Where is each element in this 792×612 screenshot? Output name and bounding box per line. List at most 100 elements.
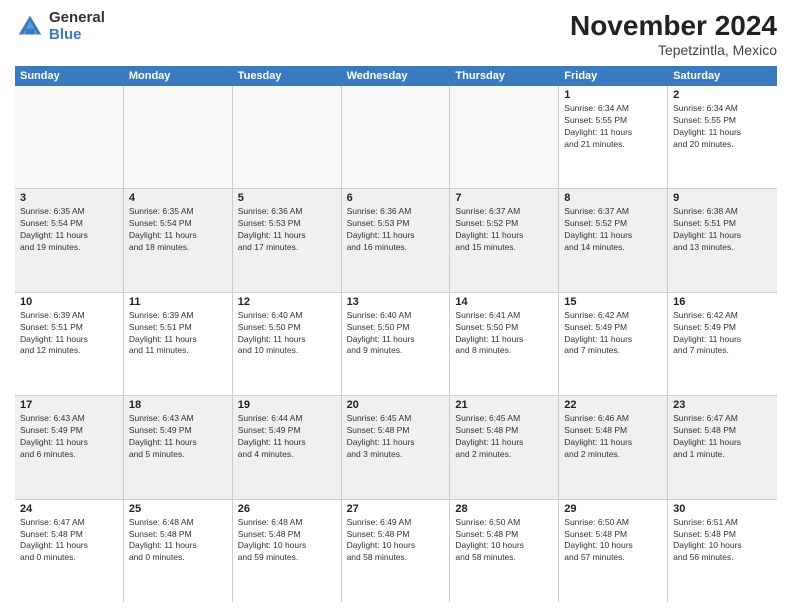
- day-number: 4: [129, 192, 227, 204]
- calendar-day-9: 9 Sunrise: 6:38 AM Sunset: 5:51 PM Daylig…: [668, 189, 777, 291]
- day-info: Sunrise: 6:48 AM Sunset: 5:48 PM Dayligh…: [238, 517, 336, 565]
- day-number: 25: [129, 503, 227, 515]
- logo-text: General Blue: [49, 10, 105, 43]
- day-info: Sunrise: 6:44 AM Sunset: 5:49 PM Dayligh…: [238, 413, 336, 461]
- calendar: SundayMondayTuesdayWednesdayThursdayFrid…: [15, 66, 777, 602]
- day-info: Sunrise: 6:47 AM Sunset: 5:48 PM Dayligh…: [20, 517, 118, 565]
- day-info: Sunrise: 6:38 AM Sunset: 5:51 PM Dayligh…: [673, 206, 772, 254]
- day-number: 9: [673, 192, 772, 204]
- day-number: 22: [564, 399, 662, 411]
- day-info: Sunrise: 6:45 AM Sunset: 5:48 PM Dayligh…: [455, 413, 553, 461]
- calendar-day-12: 12 Sunrise: 6:40 AM Sunset: 5:50 PM Dayli…: [233, 293, 342, 395]
- calendar-day-28: 28 Sunrise: 6:50 AM Sunset: 5:48 PM Dayli…: [450, 500, 559, 602]
- logo-icon: [15, 12, 45, 42]
- day-info: Sunrise: 6:43 AM Sunset: 5:49 PM Dayligh…: [129, 413, 227, 461]
- day-info: Sunrise: 6:34 AM Sunset: 5:55 PM Dayligh…: [673, 103, 772, 151]
- day-number: 1: [564, 89, 662, 101]
- header-day-sunday: Sunday: [15, 66, 124, 86]
- calendar-day-27: 27 Sunrise: 6:49 AM Sunset: 5:48 PM Dayli…: [342, 500, 451, 602]
- calendar-day-3: 3 Sunrise: 6:35 AM Sunset: 5:54 PM Daylig…: [15, 189, 124, 291]
- day-number: 26: [238, 503, 336, 515]
- calendar-day-22: 22 Sunrise: 6:46 AM Sunset: 5:48 PM Dayli…: [559, 396, 668, 498]
- day-info: Sunrise: 6:36 AM Sunset: 5:53 PM Dayligh…: [347, 206, 445, 254]
- logo: General Blue: [15, 10, 105, 43]
- day-number: 10: [20, 296, 118, 308]
- day-number: 15: [564, 296, 662, 308]
- day-info: Sunrise: 6:40 AM Sunset: 5:50 PM Dayligh…: [347, 310, 445, 358]
- calendar-day-empty-2: [233, 86, 342, 188]
- day-number: 29: [564, 503, 662, 515]
- day-info: Sunrise: 6:50 AM Sunset: 5:48 PM Dayligh…: [564, 517, 662, 565]
- day-number: 14: [455, 296, 553, 308]
- calendar-week-1: 1 Sunrise: 6:34 AM Sunset: 5:55 PM Daylig…: [15, 86, 777, 189]
- day-number: 30: [673, 503, 772, 515]
- day-info: Sunrise: 6:40 AM Sunset: 5:50 PM Dayligh…: [238, 310, 336, 358]
- day-info: Sunrise: 6:35 AM Sunset: 5:54 PM Dayligh…: [129, 206, 227, 254]
- calendar-week-3: 10 Sunrise: 6:39 AM Sunset: 5:51 PM Dayli…: [15, 293, 777, 396]
- day-info: Sunrise: 6:51 AM Sunset: 5:48 PM Dayligh…: [673, 517, 772, 565]
- day-info: Sunrise: 6:50 AM Sunset: 5:48 PM Dayligh…: [455, 517, 553, 565]
- calendar-day-7: 7Sunrise: 6:37 AM Sunset: 5:52 PM Daylig…: [450, 189, 559, 291]
- calendar-day-6: 6Sunrise: 6:36 AM Sunset: 5:53 PM Daylig…: [342, 189, 451, 291]
- logo-general-label: General: [49, 10, 105, 27]
- calendar-day-20: 20Sunrise: 6:45 AM Sunset: 5:48 PM Dayli…: [342, 396, 451, 498]
- calendar-day-empty-4: [450, 86, 559, 188]
- day-number: 19: [238, 399, 336, 411]
- calendar-day-18: 18 Sunrise: 6:43 AM Sunset: 5:49 PM Dayli…: [124, 396, 233, 498]
- calendar-day-11: 11Sunrise: 6:39 AM Sunset: 5:51 PM Dayli…: [124, 293, 233, 395]
- day-number: 12: [238, 296, 336, 308]
- day-number: 5: [238, 192, 336, 204]
- calendar-day-30: 30 Sunrise: 6:51 AM Sunset: 5:48 PM Dayli…: [668, 500, 777, 602]
- calendar-day-1: 1 Sunrise: 6:34 AM Sunset: 5:55 PM Daylig…: [559, 86, 668, 188]
- day-info: Sunrise: 6:37 AM Sunset: 5:52 PM Dayligh…: [455, 206, 553, 254]
- day-info: Sunrise: 6:46 AM Sunset: 5:48 PM Dayligh…: [564, 413, 662, 461]
- calendar-day-empty-1: [124, 86, 233, 188]
- header-day-saturday: Saturday: [668, 66, 777, 86]
- calendar-day-23: 23Sunrise: 6:47 AM Sunset: 5:48 PM Dayli…: [668, 396, 777, 498]
- calendar-header: SundayMondayTuesdayWednesdayThursdayFrid…: [15, 66, 777, 86]
- calendar-day-26: 26 Sunrise: 6:48 AM Sunset: 5:48 PM Dayli…: [233, 500, 342, 602]
- day-info: Sunrise: 6:42 AM Sunset: 5:49 PM Dayligh…: [673, 310, 772, 358]
- calendar-day-24: 24 Sunrise: 6:47 AM Sunset: 5:48 PM Dayli…: [15, 500, 124, 602]
- day-number: 24: [20, 503, 118, 515]
- calendar-day-8: 8 Sunrise: 6:37 AM Sunset: 5:52 PM Daylig…: [559, 189, 668, 291]
- day-info: Sunrise: 6:39 AM Sunset: 5:51 PM Dayligh…: [20, 310, 118, 358]
- day-info: Sunrise: 6:34 AM Sunset: 5:55 PM Dayligh…: [564, 103, 662, 151]
- day-info: Sunrise: 6:35 AM Sunset: 5:54 PM Dayligh…: [20, 206, 118, 254]
- day-number: 2: [673, 89, 772, 101]
- header-day-wednesday: Wednesday: [342, 66, 451, 86]
- day-info: Sunrise: 6:48 AM Sunset: 5:48 PM Dayligh…: [129, 517, 227, 565]
- calendar-day-10: 10 Sunrise: 6:39 AM Sunset: 5:51 PM Dayli…: [15, 293, 124, 395]
- page: General Blue November 2024 Tepetzintla, …: [0, 0, 792, 612]
- day-number: 20: [347, 399, 445, 411]
- calendar-week-4: 17 Sunrise: 6:43 AM Sunset: 5:49 PM Dayli…: [15, 396, 777, 499]
- logo-blue-label: Blue: [49, 27, 105, 44]
- calendar-day-19: 19 Sunrise: 6:44 AM Sunset: 5:49 PM Dayli…: [233, 396, 342, 498]
- day-info: Sunrise: 6:37 AM Sunset: 5:52 PM Dayligh…: [564, 206, 662, 254]
- day-info: Sunrise: 6:43 AM Sunset: 5:49 PM Dayligh…: [20, 413, 118, 461]
- day-number: 8: [564, 192, 662, 204]
- calendar-day-29: 29 Sunrise: 6:50 AM Sunset: 5:48 PM Dayli…: [559, 500, 668, 602]
- day-number: 27: [347, 503, 445, 515]
- day-number: 16: [673, 296, 772, 308]
- day-info: Sunrise: 6:42 AM Sunset: 5:49 PM Dayligh…: [564, 310, 662, 358]
- day-number: 28: [455, 503, 553, 515]
- day-number: 21: [455, 399, 553, 411]
- day-number: 18: [129, 399, 227, 411]
- calendar-day-25: 25 Sunrise: 6:48 AM Sunset: 5:48 PM Dayli…: [124, 500, 233, 602]
- calendar-day-2: 2 Sunrise: 6:34 AM Sunset: 5:55 PM Daylig…: [668, 86, 777, 188]
- calendar-day-21: 21 Sunrise: 6:45 AM Sunset: 5:48 PM Dayli…: [450, 396, 559, 498]
- calendar-day-empty-0: [15, 86, 124, 188]
- title-block: November 2024 Tepetzintla, Mexico: [570, 10, 777, 58]
- month-title: November 2024: [570, 10, 777, 42]
- day-info: Sunrise: 6:41 AM Sunset: 5:50 PM Dayligh…: [455, 310, 553, 358]
- calendar-week-2: 3 Sunrise: 6:35 AM Sunset: 5:54 PM Daylig…: [15, 189, 777, 292]
- day-number: 3: [20, 192, 118, 204]
- day-info: Sunrise: 6:49 AM Sunset: 5:48 PM Dayligh…: [347, 517, 445, 565]
- header-day-monday: Monday: [124, 66, 233, 86]
- day-number: 17: [20, 399, 118, 411]
- calendar-day-empty-3: [342, 86, 451, 188]
- calendar-day-16: 16 Sunrise: 6:42 AM Sunset: 5:49 PM Dayli…: [668, 293, 777, 395]
- calendar-day-15: 15 Sunrise: 6:42 AM Sunset: 5:49 PM Dayli…: [559, 293, 668, 395]
- header: General Blue November 2024 Tepetzintla, …: [15, 10, 777, 58]
